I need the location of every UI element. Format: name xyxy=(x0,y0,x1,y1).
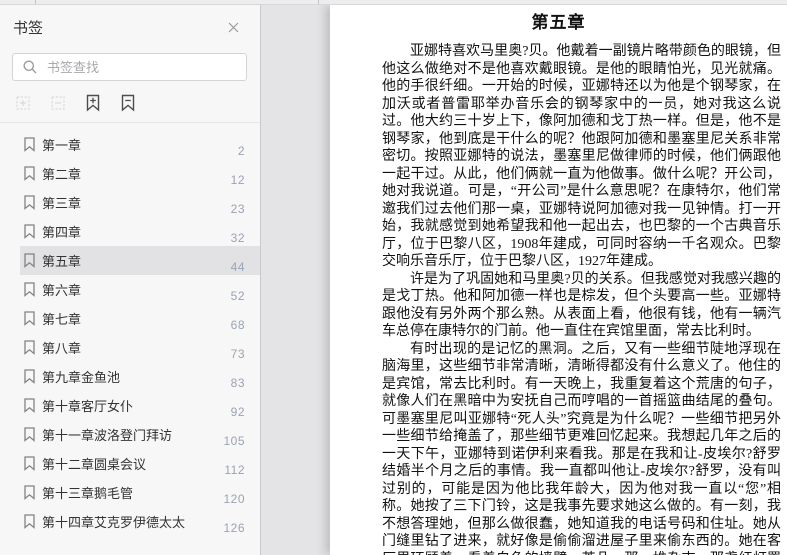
add-bookmark-button[interactable] xyxy=(84,94,102,112)
bookmark-page-number: 68 xyxy=(230,318,245,332)
body-paragraph: 亚娜特喜欢马里奥?贝。他戴着一副镜片略带颜色的眼镜，但他这么做绝对不是他喜欢戴眼… xyxy=(382,44,781,269)
bookmark-item[interactable]: 第七章 68 xyxy=(0,304,260,333)
bookmark-icon xyxy=(23,166,36,181)
bookmark-icon xyxy=(23,137,36,152)
remove-bookmark-icon xyxy=(120,94,136,112)
bookmark-item[interactable]: 第二章 12 xyxy=(0,159,260,188)
bookmark-label: 第五章 xyxy=(42,254,82,269)
bookmark-label: 第七章 xyxy=(42,312,82,327)
bookmark-icon xyxy=(23,485,36,500)
bookmark-icon xyxy=(23,224,36,239)
bookmark-item[interactable]: 第一章 2 xyxy=(0,130,260,159)
document-page: 第五章 亚娜特喜欢马里奥?贝。他戴着一副镜片略带颜色的眼镜，但他这么做绝对不是他… xyxy=(330,5,787,555)
bookmark-icon xyxy=(23,340,36,355)
bookmark-item[interactable]: 第六章 52 xyxy=(0,275,260,304)
body-paragraph: 许是为了巩固她和马里奥?贝的关系。但我感觉对我感兴趣的是戈丁热。他和阿加德一样也… xyxy=(382,271,781,340)
bookmark-page-number: 73 xyxy=(230,347,245,361)
bookmark-label: 第六章 xyxy=(42,283,82,298)
bookmark-item[interactable]: 第四章 32 xyxy=(0,217,260,246)
bookmark-item[interactable]: 第五章 44 xyxy=(0,246,260,275)
bookmark-item[interactable]: 第三章 23 xyxy=(0,188,260,217)
bookmarks-panel: 书签 书签查找 第一章 2 第二章 12 第三章 23 第四章 32 第五章 4… xyxy=(0,5,261,555)
search-icon xyxy=(22,59,38,75)
bookmark-icon xyxy=(23,369,36,384)
bookmark-page-number: 44 xyxy=(230,260,245,274)
bookmark-item[interactable]: 第十一章波洛登门拜访 105 xyxy=(0,420,260,449)
toolbar-divider-tick xyxy=(318,0,319,4)
bookmark-item[interactable]: 第十章客厅女仆 92 xyxy=(0,391,260,420)
bookmark-page-number: 83 xyxy=(230,376,245,390)
bookmark-label: 第八章 xyxy=(42,341,82,356)
toolbar-remnant-strip xyxy=(0,0,787,5)
bookmark-label: 第十二章圆桌会议 xyxy=(42,457,147,472)
bookmark-label: 第十章客厅女仆 xyxy=(42,399,134,414)
bookmark-label: 第九章金鱼池 xyxy=(42,370,121,385)
remove-bookmark-button[interactable] xyxy=(119,94,137,112)
bookmark-page-number: 120 xyxy=(223,492,245,506)
collapse-all-button xyxy=(49,94,67,112)
bookmark-label: 第十四章艾克罗伊德太太 xyxy=(42,515,186,530)
bookmark-page-number: 105 xyxy=(223,434,245,448)
bookmarks-panel-header: 书签 xyxy=(0,5,260,49)
bookmark-item[interactable]: 第八章 73 xyxy=(0,333,260,362)
bookmark-item[interactable]: 第十三章鹅毛管 120 xyxy=(0,478,260,507)
bookmark-label: 第四章 xyxy=(42,225,82,240)
bookmark-label: 第十三章鹅毛管 xyxy=(42,486,134,501)
chapter-body: 亚娜特喜欢马里奥?贝。他戴着一副镜片略带颜色的眼镜，但他这么做绝对不是他喜欢戴眼… xyxy=(382,43,781,555)
bookmark-page-number: 32 xyxy=(230,231,245,245)
document-viewer[interactable]: 第五章 亚娜特喜欢马里奥?贝。他戴着一副镜片略带颜色的眼镜，但他这么做绝对不是他… xyxy=(262,5,787,555)
bookmarks-panel-title: 书签 xyxy=(13,19,44,37)
bookmark-icon xyxy=(23,514,36,529)
bookmark-label: 第二章 xyxy=(42,167,82,182)
close-panel-button[interactable] xyxy=(224,18,242,36)
chapter-title: 第五章 xyxy=(531,13,586,32)
bookmark-page-number: 12 xyxy=(230,173,245,187)
bookmark-icon xyxy=(23,282,36,297)
bookmark-item[interactable]: 第十二章圆桌会议 112 xyxy=(0,449,260,478)
bookmark-icon xyxy=(23,311,36,326)
bookmark-icon xyxy=(23,195,36,210)
body-paragraph: 有时出现的是记忆的黑洞。之后，又有一些细节陡地浮现在脑海里，这些细节非常清晰，清… xyxy=(382,341,781,555)
bookmarks-toolbar xyxy=(0,83,260,123)
bookmark-list: 第一章 2 第二章 12 第三章 23 第四章 32 第五章 44 第六章 52 第七章 68 第八章 73 第… xyxy=(0,130,260,536)
bookmark-search xyxy=(12,53,247,81)
bookmark-label: 第一章 xyxy=(42,138,82,153)
bookmark-page-number: 112 xyxy=(224,463,245,477)
bookmark-page-number: 52 xyxy=(230,289,245,303)
add-bookmark-icon xyxy=(85,94,101,112)
close-icon xyxy=(227,21,240,34)
bookmark-label: 第三章 xyxy=(42,196,82,211)
expand-all-button xyxy=(14,94,32,112)
bookmark-page-number: 92 xyxy=(230,405,245,419)
toolbar-divider-tick xyxy=(35,0,36,4)
bookmark-label: 第十一章波洛登门拜访 xyxy=(42,428,173,443)
bookmark-page-number: 23 xyxy=(230,202,245,216)
bookmark-icon xyxy=(23,427,36,442)
bookmark-icon xyxy=(23,456,36,471)
bookmark-item[interactable]: 第九章金鱼池 83 xyxy=(0,362,260,391)
collapse-all-icon xyxy=(49,94,67,112)
expand-all-icon xyxy=(14,94,32,112)
bookmark-page-number: 2 xyxy=(237,144,245,158)
bookmark-search-input[interactable] xyxy=(12,53,247,81)
bookmark-icon xyxy=(23,253,36,268)
bookmark-item[interactable]: 第十四章艾克罗伊德太太 126 xyxy=(0,507,260,536)
bookmark-page-number: 126 xyxy=(223,521,245,535)
bookmark-icon xyxy=(23,398,36,413)
